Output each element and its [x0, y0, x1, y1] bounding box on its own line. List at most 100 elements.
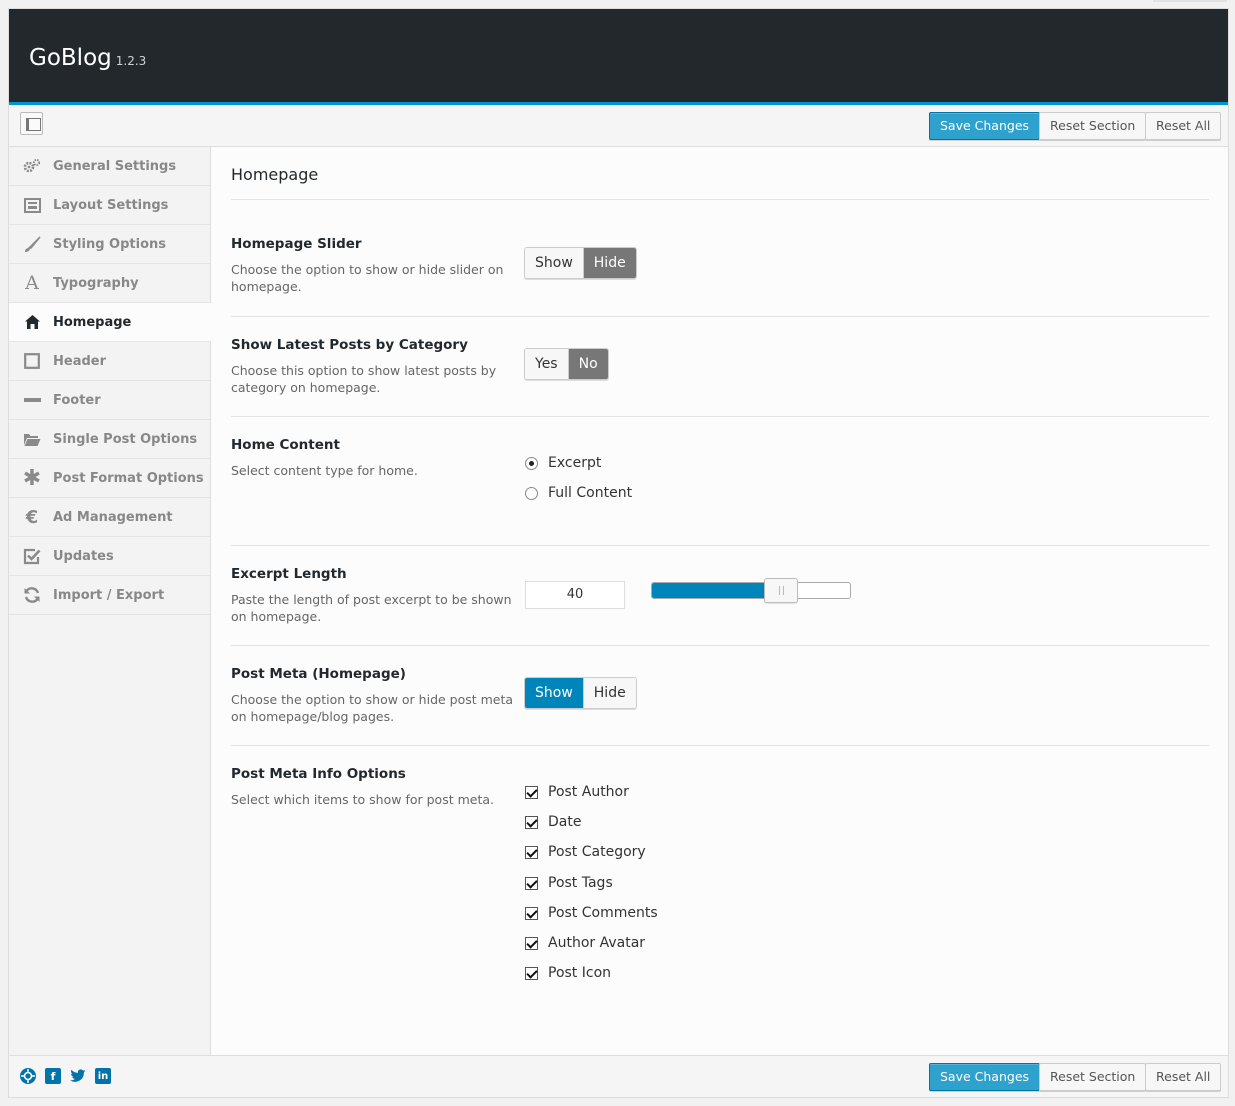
- post-comments-checkbox[interactable]: [525, 906, 538, 920]
- sidebar-item-import-export[interactable]: Import / Export: [9, 576, 210, 615]
- excerpt-radio[interactable]: [525, 456, 538, 470]
- meta-option-post-category[interactable]: Post Category: [525, 844, 646, 860]
- post-meta-label: Post Meta (Homepage): [231, 666, 406, 682]
- option-label: Excerpt: [548, 455, 602, 471]
- meta-option-author-avatar[interactable]: Author Avatar: [525, 935, 645, 951]
- social-links: f in: [20, 1068, 111, 1084]
- sidebar-item-label: Single Post Options: [53, 431, 198, 447]
- homepage-slider-toggle: Show Hide: [524, 247, 637, 279]
- linkedin-icon[interactable]: in: [95, 1068, 111, 1084]
- post-meta-desc: Choose the option to show or hide post m…: [231, 692, 514, 724]
- sidebar-item-styling-options[interactable]: Styling Options: [9, 225, 210, 264]
- excerpt-length-slider[interactable]: [651, 578, 851, 603]
- date-checkbox[interactable]: [525, 815, 538, 829]
- reset-section-button-bottom[interactable]: Reset Section: [1039, 1063, 1147, 1091]
- sidebar-item-label: General Settings: [53, 158, 177, 174]
- sidebar: General Settings Layout Settings Styling…: [9, 147, 211, 1055]
- meta-option-post-author[interactable]: Post Author: [525, 784, 629, 800]
- sidebar-item-label: Header: [53, 353, 107, 369]
- sidebar-item-typography[interactable]: A Typography: [9, 264, 210, 303]
- euro-icon: €: [25, 506, 39, 528]
- post-meta-hide-button[interactable]: Hide: [582, 678, 636, 708]
- support-icon[interactable]: [20, 1068, 36, 1084]
- brush-icon: [23, 235, 41, 253]
- option-label: Post Tags: [548, 875, 613, 891]
- slider-show-button[interactable]: Show: [525, 248, 583, 278]
- home-content-desc: Select content type for home.: [231, 463, 418, 478]
- sidebar-item-layout-settings[interactable]: Layout Settings: [9, 186, 210, 225]
- folder-icon: [23, 430, 41, 448]
- sidebar-item-label: Typography: [53, 275, 139, 291]
- post-category-checkbox[interactable]: [525, 845, 538, 859]
- sidebar-item-label: Updates: [53, 548, 114, 564]
- sidebar-item-label: Import / Export: [53, 587, 165, 603]
- homepage-slider-label: Homepage Slider: [231, 236, 362, 252]
- save-button[interactable]: Save Changes: [929, 112, 1041, 140]
- asterisk-icon: ✱: [22, 465, 42, 491]
- main-content: Homepage Homepage Slider Choose the opti…: [231, 147, 1209, 1026]
- excerpt-length-row: Excerpt Length Paste the length of post …: [231, 546, 1209, 646]
- excerpt-length-input[interactable]: 40: [525, 581, 625, 609]
- home-icon: [23, 313, 41, 331]
- sidebar-item-updates[interactable]: Updates: [9, 537, 210, 576]
- sidebar-item-label: Footer: [53, 392, 101, 408]
- home-content-row: Home Content Select content type for hom…: [231, 417, 1209, 546]
- post-meta-toggle: Show Hide: [524, 677, 637, 709]
- sidebar-item-ad-management[interactable]: € Ad Management: [9, 498, 210, 537]
- latest-posts-desc: Choose this option to show latest posts …: [231, 363, 497, 395]
- excerpt-length-desc: Paste the length of post excerpt to be s…: [231, 592, 512, 624]
- option-label: Author Avatar: [548, 935, 646, 951]
- panel-title: GoBlog 1.2.3: [29, 45, 146, 71]
- latest-posts-row: Show Latest Posts by Category Choose thi…: [231, 317, 1209, 417]
- layout-icon: [23, 196, 41, 214]
- latest-yes-button[interactable]: Yes: [525, 349, 568, 379]
- square-icon: [23, 352, 41, 370]
- sidebar-item-label: Homepage: [53, 314, 132, 330]
- reset-section-button[interactable]: Reset Section: [1039, 112, 1147, 140]
- post-icon-checkbox[interactable]: [525, 966, 538, 980]
- sidebar-item-header[interactable]: Header: [9, 342, 210, 381]
- post-meta-info-label: Post Meta Info Options: [231, 766, 406, 782]
- option-label: Date: [548, 814, 582, 830]
- post-meta-show-button[interactable]: Show: [525, 678, 583, 708]
- slider-hide-button[interactable]: Hide: [582, 248, 636, 278]
- facebook-icon[interactable]: f: [45, 1068, 61, 1084]
- minus-icon: [23, 391, 41, 409]
- refresh-icon: [23, 586, 41, 604]
- homepage-slider-row: Homepage Slider Choose the option to sho…: [231, 200, 1209, 317]
- top-strip: [1153, 0, 1227, 2]
- meta-option-post-icon[interactable]: Post Icon: [525, 965, 611, 981]
- sidebar-item-general-settings[interactable]: General Settings: [9, 147, 210, 186]
- option-label: Post Author: [548, 784, 629, 800]
- reset-all-button[interactable]: Reset All: [1145, 112, 1222, 140]
- sidebar-item-footer[interactable]: Footer: [9, 381, 210, 420]
- post-author-checkbox[interactable]: [525, 785, 538, 799]
- content-option-full[interactable]: Full Content: [525, 485, 632, 501]
- sidebar-item-label: Styling Options: [53, 236, 167, 252]
- reset-all-button-bottom[interactable]: Reset All: [1145, 1063, 1222, 1091]
- full-content-radio[interactable]: [525, 486, 538, 500]
- expand-menu-icon[interactable]: [20, 112, 43, 135]
- author-avatar-checkbox[interactable]: [525, 936, 538, 950]
- latest-posts-toggle: Yes No: [524, 348, 609, 380]
- home-content-label: Home Content: [231, 437, 340, 453]
- twitter-icon[interactable]: [70, 1068, 86, 1084]
- meta-option-post-comments[interactable]: Post Comments: [525, 905, 658, 921]
- sidebar-item-post-format-options[interactable]: ✱ Post Format Options: [9, 459, 210, 498]
- sidebar-item-label: Post Format Options: [53, 470, 204, 486]
- option-label: Post Comments: [548, 905, 658, 921]
- meta-option-date[interactable]: Date: [525, 814, 581, 830]
- slider-fill: [652, 583, 781, 598]
- sidebar-item-label: Ad Management: [53, 509, 173, 525]
- sidebar-item-single-post-options[interactable]: Single Post Options: [9, 420, 210, 459]
- latest-no-button[interactable]: No: [567, 349, 608, 379]
- section-title: Homepage: [231, 147, 1209, 200]
- slider-handle[interactable]: [764, 578, 798, 603]
- post-tags-checkbox[interactable]: [525, 876, 538, 890]
- app-version: 1.2.3: [115, 54, 147, 68]
- meta-option-post-tags[interactable]: Post Tags: [525, 875, 613, 891]
- sidebar-item-homepage[interactable]: Homepage: [9, 303, 211, 342]
- content-option-excerpt[interactable]: Excerpt: [525, 455, 601, 471]
- post-meta-info-row: Post Meta Info Options Select which item…: [231, 746, 1209, 1026]
- save-button-bottom[interactable]: Save Changes: [929, 1063, 1041, 1091]
